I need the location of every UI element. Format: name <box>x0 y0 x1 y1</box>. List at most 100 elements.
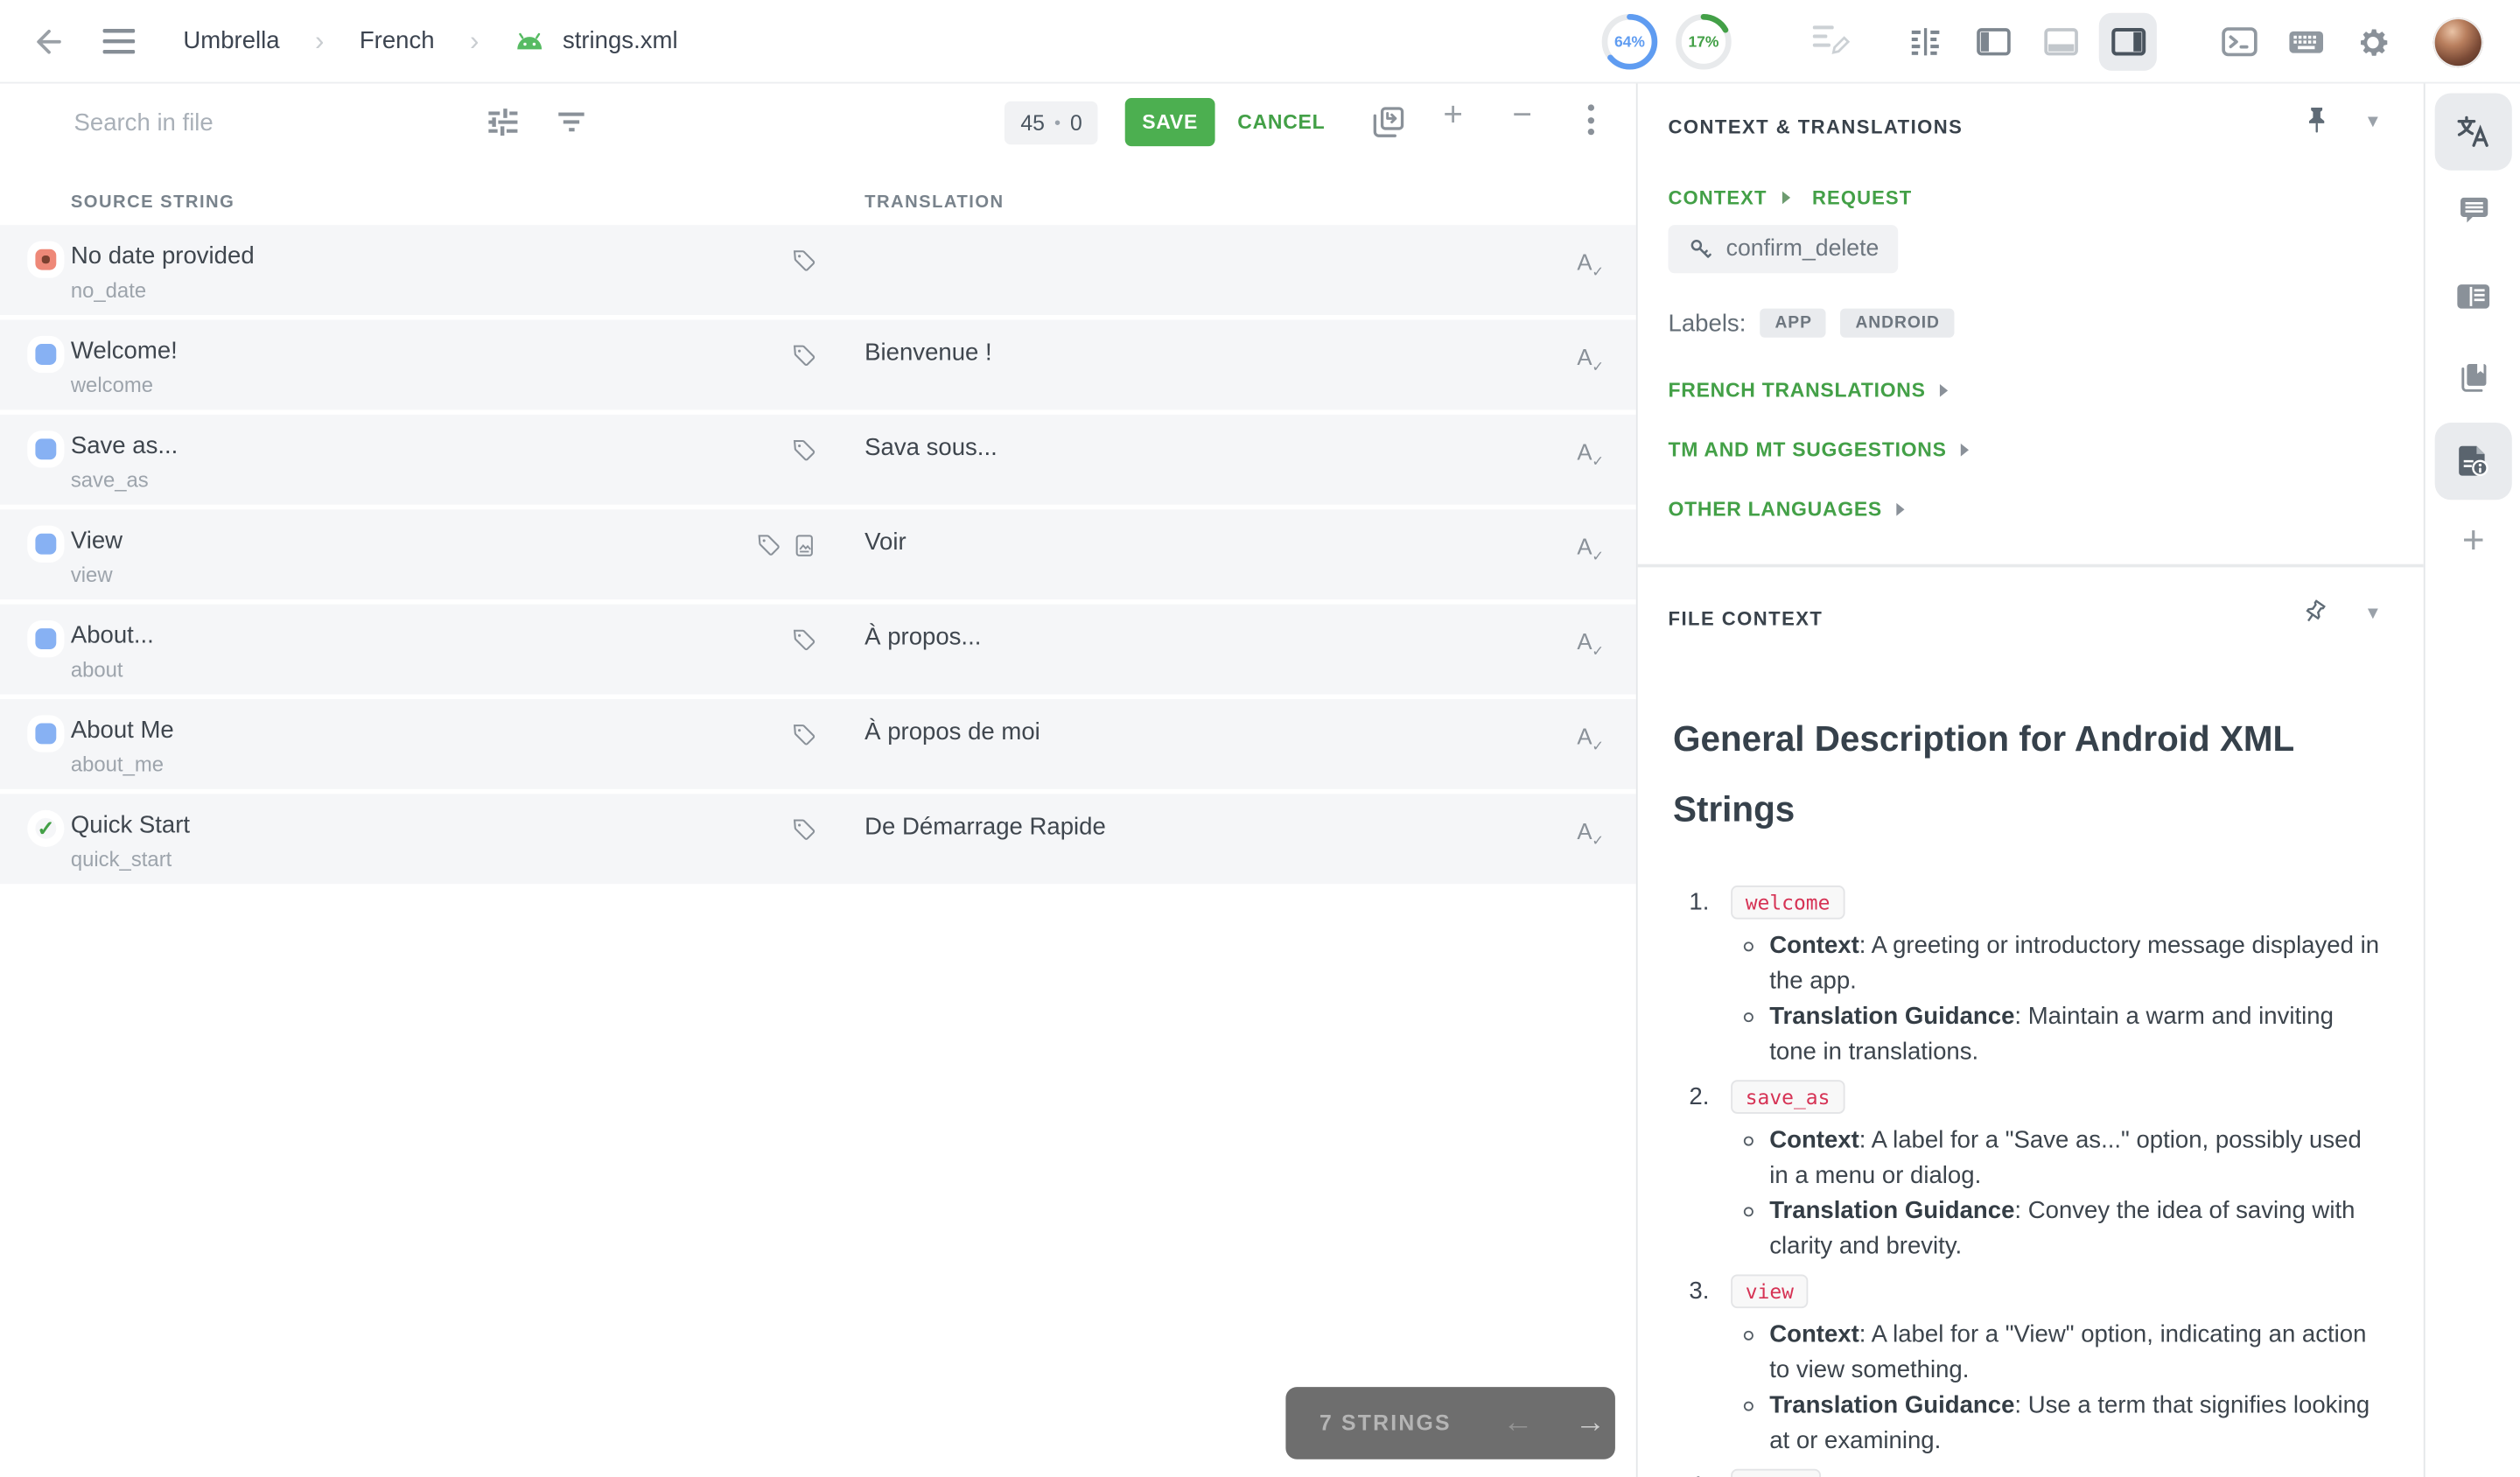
approve-a-icon: A <box>1577 534 1592 559</box>
approve-button[interactable]: A✓ <box>1569 244 1601 279</box>
next-page-button[interactable]: → <box>1575 1408 1606 1438</box>
remove-string-button[interactable]: − <box>1512 96 1532 135</box>
file-context-panel-button[interactable] <box>2435 423 2512 500</box>
search-options-button[interactable] <box>486 104 521 139</box>
section-tm-mt-suggestions[interactable]: TM AND MT SUGGESTIONS <box>1669 438 1970 461</box>
hamburger-menu-button[interactable] <box>103 28 136 53</box>
previous-page-button[interactable]: ← <box>1502 1408 1533 1438</box>
list-number: 2. <box>1689 1082 1731 1110</box>
user-avatar[interactable] <box>2420 17 2483 66</box>
table-row[interactable]: About Me about_me À propos de moi A✓ <box>0 699 1636 789</box>
tab-request[interactable]: REQUEST <box>1812 186 1912 209</box>
table-row[interactable]: Save as... save_as Sava sous... A✓ <box>0 415 1636 505</box>
breadcrumb-file[interactable]: strings.xml <box>563 27 678 54</box>
source-string: About... <box>71 622 154 649</box>
doc-item: 3. view Context: A label for a "View" op… <box>1673 1270 2401 1460</box>
hamburger-icon <box>103 28 136 53</box>
panel-options-button[interactable]: ▼ <box>2364 113 2382 132</box>
approve-button[interactable]: A✓ <box>1569 340 1601 374</box>
bottom-panel-icon <box>2042 24 2079 60</box>
console-button[interactable] <box>2221 24 2258 60</box>
string-key-pill[interactable]: confirm_delete <box>1669 225 1899 273</box>
approve-button[interactable]: A✓ <box>1569 434 1601 469</box>
approve-button[interactable]: A✓ <box>1569 813 1601 848</box>
table-row[interactable]: View view Voir A✓ <box>0 509 1636 599</box>
breadcrumb-project[interactable]: Umbrella <box>183 27 279 54</box>
settings-button[interactable] <box>2355 24 2391 60</box>
section-french-translations[interactable]: FRENCH TRANSLATIONS <box>1669 379 1949 402</box>
copy-source-button[interactable] <box>1371 104 1406 139</box>
pin-off-icon <box>2300 598 2328 626</box>
list-number: 3. <box>1689 1277 1731 1304</box>
translations-panel-button[interactable] <box>2435 94 2512 171</box>
table-row[interactable]: Welcome! welcome Bienvenue ! A✓ <box>0 320 1636 410</box>
source-string: Welcome! <box>71 338 178 365</box>
caret-right-icon <box>1961 444 1969 457</box>
unpin-file-context-button[interactable] <box>2300 598 2328 632</box>
tag-icon <box>793 249 817 274</box>
breadcrumb-language[interactable]: French <box>360 27 435 54</box>
status-translated-icon <box>35 344 56 365</box>
section-label: OTHER LANGUAGES <box>1669 498 1882 521</box>
right-panel-icon <box>2110 24 2146 60</box>
translation-text: Bienvenue ! <box>864 340 992 367</box>
arrow-left-icon <box>29 24 64 59</box>
keyboard-icon <box>2287 24 2326 60</box>
circle-bullet-icon <box>1744 1331 1754 1340</box>
screenshot-icon <box>793 534 817 558</box>
chevron-right-icon: › <box>315 27 324 54</box>
side-by-side-view-button[interactable] <box>1896 13 1954 71</box>
right-panel-view-button[interactable] <box>2099 13 2157 71</box>
approve-check-icon: ✓ <box>1592 832 1604 850</box>
approve-a-icon: A <box>1577 438 1592 464</box>
code-key: save_as <box>1731 1079 1844 1113</box>
string-key: no_date <box>71 278 146 303</box>
table-row[interactable]: About... about À propos... A✓ <box>0 605 1636 695</box>
approved-progress-ring[interactable]: 17% <box>1673 11 1734 73</box>
comments-panel-button[interactable] <box>2435 172 2512 249</box>
comment-icon <box>2456 194 2490 227</box>
labels-row: Labels: APP ANDROID <box>1669 309 1955 338</box>
string-info-panel-button[interactable] <box>2435 257 2512 334</box>
strings-counter-badge: 45 • 0 <box>1004 102 1098 145</box>
string-key: welcome <box>71 373 153 397</box>
back-button[interactable] <box>29 24 64 59</box>
table-row[interactable]: No date provided no_date A✓ <box>0 225 1636 315</box>
top-bar: Umbrella › French › strings.xml 64% 17% <box>0 0 2520 84</box>
source-column-header: SOURCE STRING <box>71 192 234 212</box>
add-panel-button[interactable]: + <box>2435 503 2512 580</box>
approve-button[interactable]: A✓ <box>1569 718 1601 753</box>
table-row[interactable]: ✓ Quick Start quick_start De Démarrage R… <box>0 794 1636 884</box>
bottom-panel-view-button[interactable] <box>2032 13 2090 71</box>
tab-context[interactable]: CONTEXT <box>1669 186 1768 209</box>
more-options-button[interactable] <box>1588 104 1594 135</box>
approve-button[interactable]: A✓ <box>1569 528 1601 564</box>
left-panel-view-button[interactable] <box>1964 13 2021 71</box>
glossary-panel-button[interactable] <box>2435 340 2512 416</box>
code-key: welcome <box>1731 885 1844 919</box>
approve-check-icon: ✓ <box>1592 548 1604 565</box>
search-input[interactable] <box>71 96 682 148</box>
caret-down-icon: ▼ <box>2364 113 2382 132</box>
approve-a-icon: A <box>1577 344 1592 369</box>
status-translated-icon <box>35 438 56 459</box>
translated-progress-ring[interactable]: 64% <box>1600 11 1661 73</box>
add-string-button[interactable]: + <box>1443 96 1463 135</box>
approve-button[interactable]: A✓ <box>1569 624 1601 659</box>
section-other-languages[interactable]: OTHER LANGUAGES <box>1669 498 1905 521</box>
cancel-button[interactable]: CANCEL <box>1237 98 1325 146</box>
editor-window: Umbrella › French › strings.xml 64% 17% <box>0 0 2520 1477</box>
save-button[interactable]: SAVE <box>1125 98 1215 146</box>
count-total: 45 <box>1020 111 1045 136</box>
keyboard-shortcuts-button[interactable] <box>2287 24 2326 60</box>
left-panel-icon <box>1974 24 2011 60</box>
filter-button[interactable] <box>556 104 589 139</box>
caret-right-icon <box>1782 192 1789 205</box>
section-label: FRENCH TRANSLATIONS <box>1669 379 1926 402</box>
context-panel: CONTEXT & TRANSLATIONS ▼ CONTEXT REQUEST… <box>1636 84 2424 1477</box>
tag-icon <box>793 724 817 748</box>
caret-right-icon <box>1897 503 1905 516</box>
doc-bullet: Context: A label for a "Save as..." opti… <box>1744 1124 2380 1194</box>
pin-panel-button[interactable] <box>2305 106 2329 140</box>
file-context-options-button[interactable]: ▼ <box>2364 605 2382 624</box>
